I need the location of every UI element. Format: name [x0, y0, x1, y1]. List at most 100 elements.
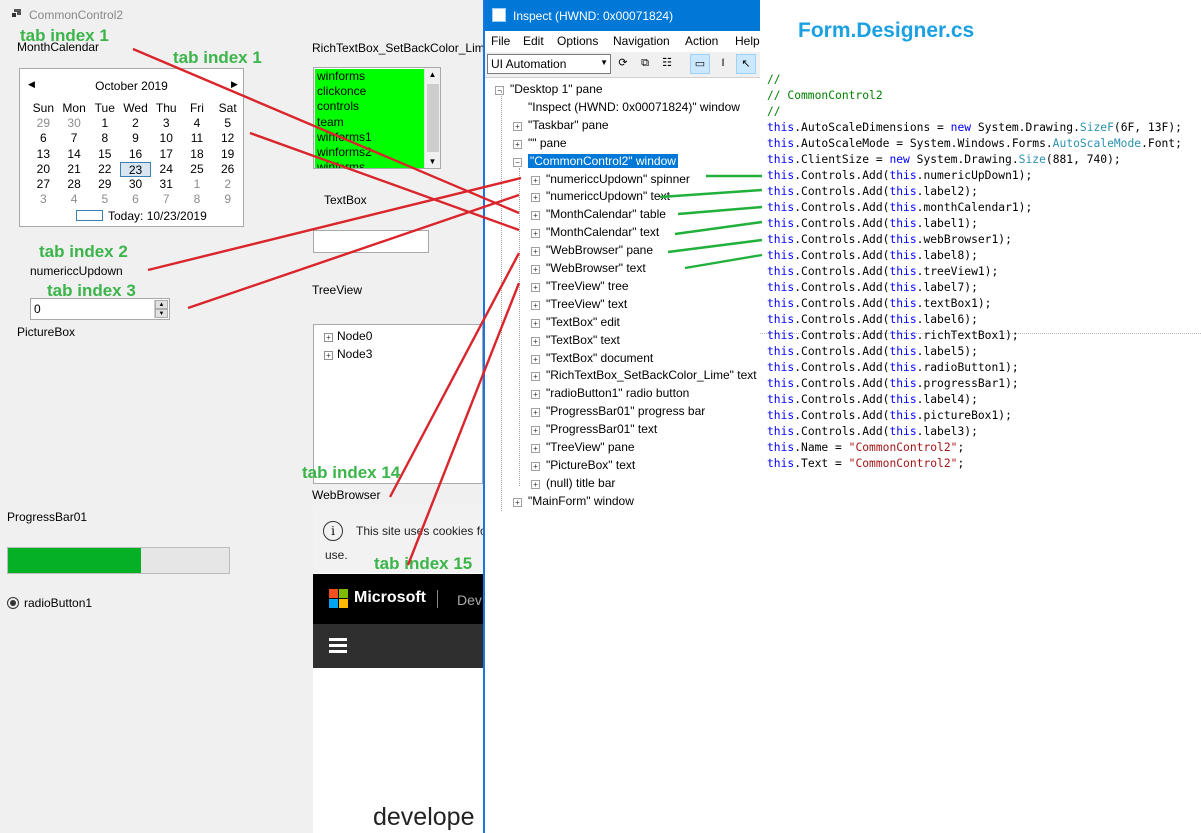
calendar-day[interactable]: 4 [59, 192, 90, 207]
calendar-day[interactable]: 6 [120, 192, 151, 207]
caret-icon[interactable]: I [713, 54, 733, 74]
tree-item-label[interactable]: "numericcUpdown" spinner [546, 172, 690, 186]
tree-item[interactable]: + "MainForm" window [513, 494, 634, 508]
expand-icon[interactable]: + [531, 408, 540, 418]
mode-select[interactable]: UI Automation ▼ [487, 54, 611, 74]
tree-item-label[interactable]: "TextBox" text [546, 333, 620, 347]
tree-item[interactable]: + "TreeView" text [531, 297, 627, 311]
tree-item[interactable]: + (null) title bar [531, 476, 615, 490]
treeview[interactable]: + Node0 + Node3 [313, 324, 483, 484]
tree-item-label[interactable]: "WebBrowser" pane [546, 243, 653, 257]
tree-item[interactable]: − "CommonControl2" window [513, 153, 678, 168]
calendar-day[interactable]: 13 [28, 147, 59, 162]
numeric-spinner[interactable]: ▲ ▼ [154, 300, 168, 318]
microsoft-logo-icon[interactable] [329, 589, 349, 609]
calendar-day[interactable]: 21 [59, 162, 90, 177]
menu-action[interactable]: Action [685, 34, 718, 48]
tree-node-label[interactable]: Node0 [337, 329, 372, 343]
tree-item-label[interactable]: "RichTextBox_SetBackColor_Lime" text [546, 368, 757, 382]
expand-icon[interactable]: + [324, 351, 333, 360]
expand-icon[interactable]: + [531, 247, 540, 257]
expand-icon[interactable]: + [531, 336, 540, 346]
tree-node[interactable]: + Node3 [324, 347, 372, 361]
expand-icon[interactable]: + [324, 333, 333, 342]
calendar-day[interactable]: 30 [59, 116, 90, 131]
expand-icon[interactable]: + [531, 211, 540, 221]
tree-item-label[interactable]: "" pane [528, 136, 567, 150]
tree-item-label[interactable]: "MonthCalendar" text [546, 225, 659, 239]
calendar-day[interactable]: 16 [120, 147, 151, 162]
calendar-day[interactable]: 29 [89, 177, 120, 192]
calendar-day[interactable]: 18 [182, 147, 213, 162]
textbox-input[interactable] [313, 230, 429, 253]
tree-item[interactable]: + "MonthCalendar" table [531, 207, 666, 221]
expand-icon[interactable]: + [531, 479, 540, 489]
calendar-day[interactable]: 3 [151, 116, 182, 131]
calendar-day[interactable]: 15 [89, 147, 120, 162]
brand-name[interactable]: Microsoft [354, 589, 426, 607]
expand-icon[interactable]: + [531, 300, 540, 310]
calendar-day[interactable]: 19 [212, 147, 243, 162]
tree-node-label[interactable]: Node3 [337, 347, 372, 361]
tree-item-label[interactable]: "PictureBox" text [546, 458, 635, 472]
expand-icon[interactable]: + [531, 282, 540, 292]
menu-navigation[interactable]: Navigation [613, 34, 670, 48]
calendar-day[interactable]: 30 [120, 177, 151, 192]
expand-icon[interactable]: + [531, 229, 540, 239]
spin-down-icon[interactable]: ▼ [155, 309, 168, 318]
tree-item-label[interactable]: "CommonControl2" window [528, 153, 678, 168]
watch-focus-icon[interactable]: ▭ [690, 54, 710, 74]
calendar-day[interactable]: 9 [120, 131, 151, 146]
tree-item[interactable]: + "radioButton1" radio button [531, 386, 689, 400]
tree-item[interactable]: + "TextBox" edit [531, 315, 620, 329]
radio-label[interactable]: radioButton1 [24, 596, 92, 610]
calendar-day[interactable]: 29 [28, 116, 59, 131]
tree-item-label[interactable]: "radioButton1" radio button [546, 386, 689, 400]
tree-item[interactable]: + "WebBrowser" pane [531, 243, 653, 257]
expand-icon[interactable]: + [531, 426, 540, 436]
tree-item[interactable]: + "ProgressBar01" text [531, 422, 657, 436]
expand-icon[interactable]: + [531, 265, 540, 274]
tree-item[interactable]: + "numericcUpdown" text [531, 189, 670, 203]
tree-item-label[interactable]: "WebBrowser" text [546, 261, 646, 275]
tree-item[interactable]: + "ProgressBar01" progress bar [531, 404, 705, 418]
tree-item[interactable]: + "TextBox" text [531, 333, 620, 347]
tree-item-label[interactable]: "MonthCalendar" table [546, 207, 666, 221]
numeric-value[interactable]: 0 [34, 302, 41, 316]
calendar-day[interactable]: 27 [28, 177, 59, 192]
calendar-today[interactable]: Today: 10/23/2019 [76, 209, 207, 223]
tree-item[interactable]: + "" pane [513, 136, 567, 150]
tree-item[interactable]: + "WebBrowser" text [531, 261, 646, 275]
expand-icon[interactable]: + [531, 175, 540, 185]
calendar-day[interactable]: 6 [28, 131, 59, 146]
tree-item-label[interactable]: "MainForm" window [528, 494, 634, 508]
tree-item-label[interactable]: "ProgressBar01" progress bar [546, 404, 705, 418]
menu-file[interactable]: File [491, 34, 510, 48]
calendar-day[interactable]: 31 [151, 177, 182, 192]
calendar-day[interactable]: 28 [59, 177, 90, 192]
calendar-day[interactable]: 17 [151, 147, 182, 162]
rich-textbox-content[interactable]: winforms clickonce controls team winforms1 wi… [315, 69, 426, 168]
calendar-day[interactable]: 5 [212, 116, 243, 131]
calendar-day[interactable]: 7 [151, 192, 182, 207]
calendar-day[interactable]: 23 [120, 161, 151, 177]
scroll-thumb[interactable] [427, 84, 439, 152]
scroll-up-icon[interactable]: ▲ [425, 70, 440, 79]
calendar-day[interactable]: 2 [212, 177, 243, 192]
calendar-day[interactable]: 8 [89, 131, 120, 146]
calendar-day[interactable]: 22 [89, 162, 120, 177]
next-month-icon[interactable]: ▶ [231, 79, 238, 90]
calendar-day[interactable]: 9 [212, 192, 243, 207]
collapse-icon[interactable]: − [513, 157, 522, 167]
tree-item[interactable]: + "PictureBox" text [531, 458, 635, 472]
rich-textbox[interactable]: winforms clickonce controls team winforms1 wi… [313, 67, 441, 169]
tree-item-label[interactable]: "Taskbar" pane [528, 118, 609, 132]
tree-item[interactable]: + "RichTextBox_SetBackColor_Lime" text [531, 368, 757, 382]
tree-item-label[interactable]: "TreeView" pane [546, 440, 635, 454]
expand-icon[interactable]: + [531, 318, 540, 328]
calendar-month-title[interactable]: October 2019 [20, 79, 243, 93]
properties-icon[interactable]: ☷ [657, 54, 677, 74]
cursor-icon[interactable]: ↖ [736, 54, 756, 74]
tree-item[interactable]: + "TreeView" pane [531, 440, 635, 454]
expand-icon[interactable]: + [531, 354, 540, 364]
